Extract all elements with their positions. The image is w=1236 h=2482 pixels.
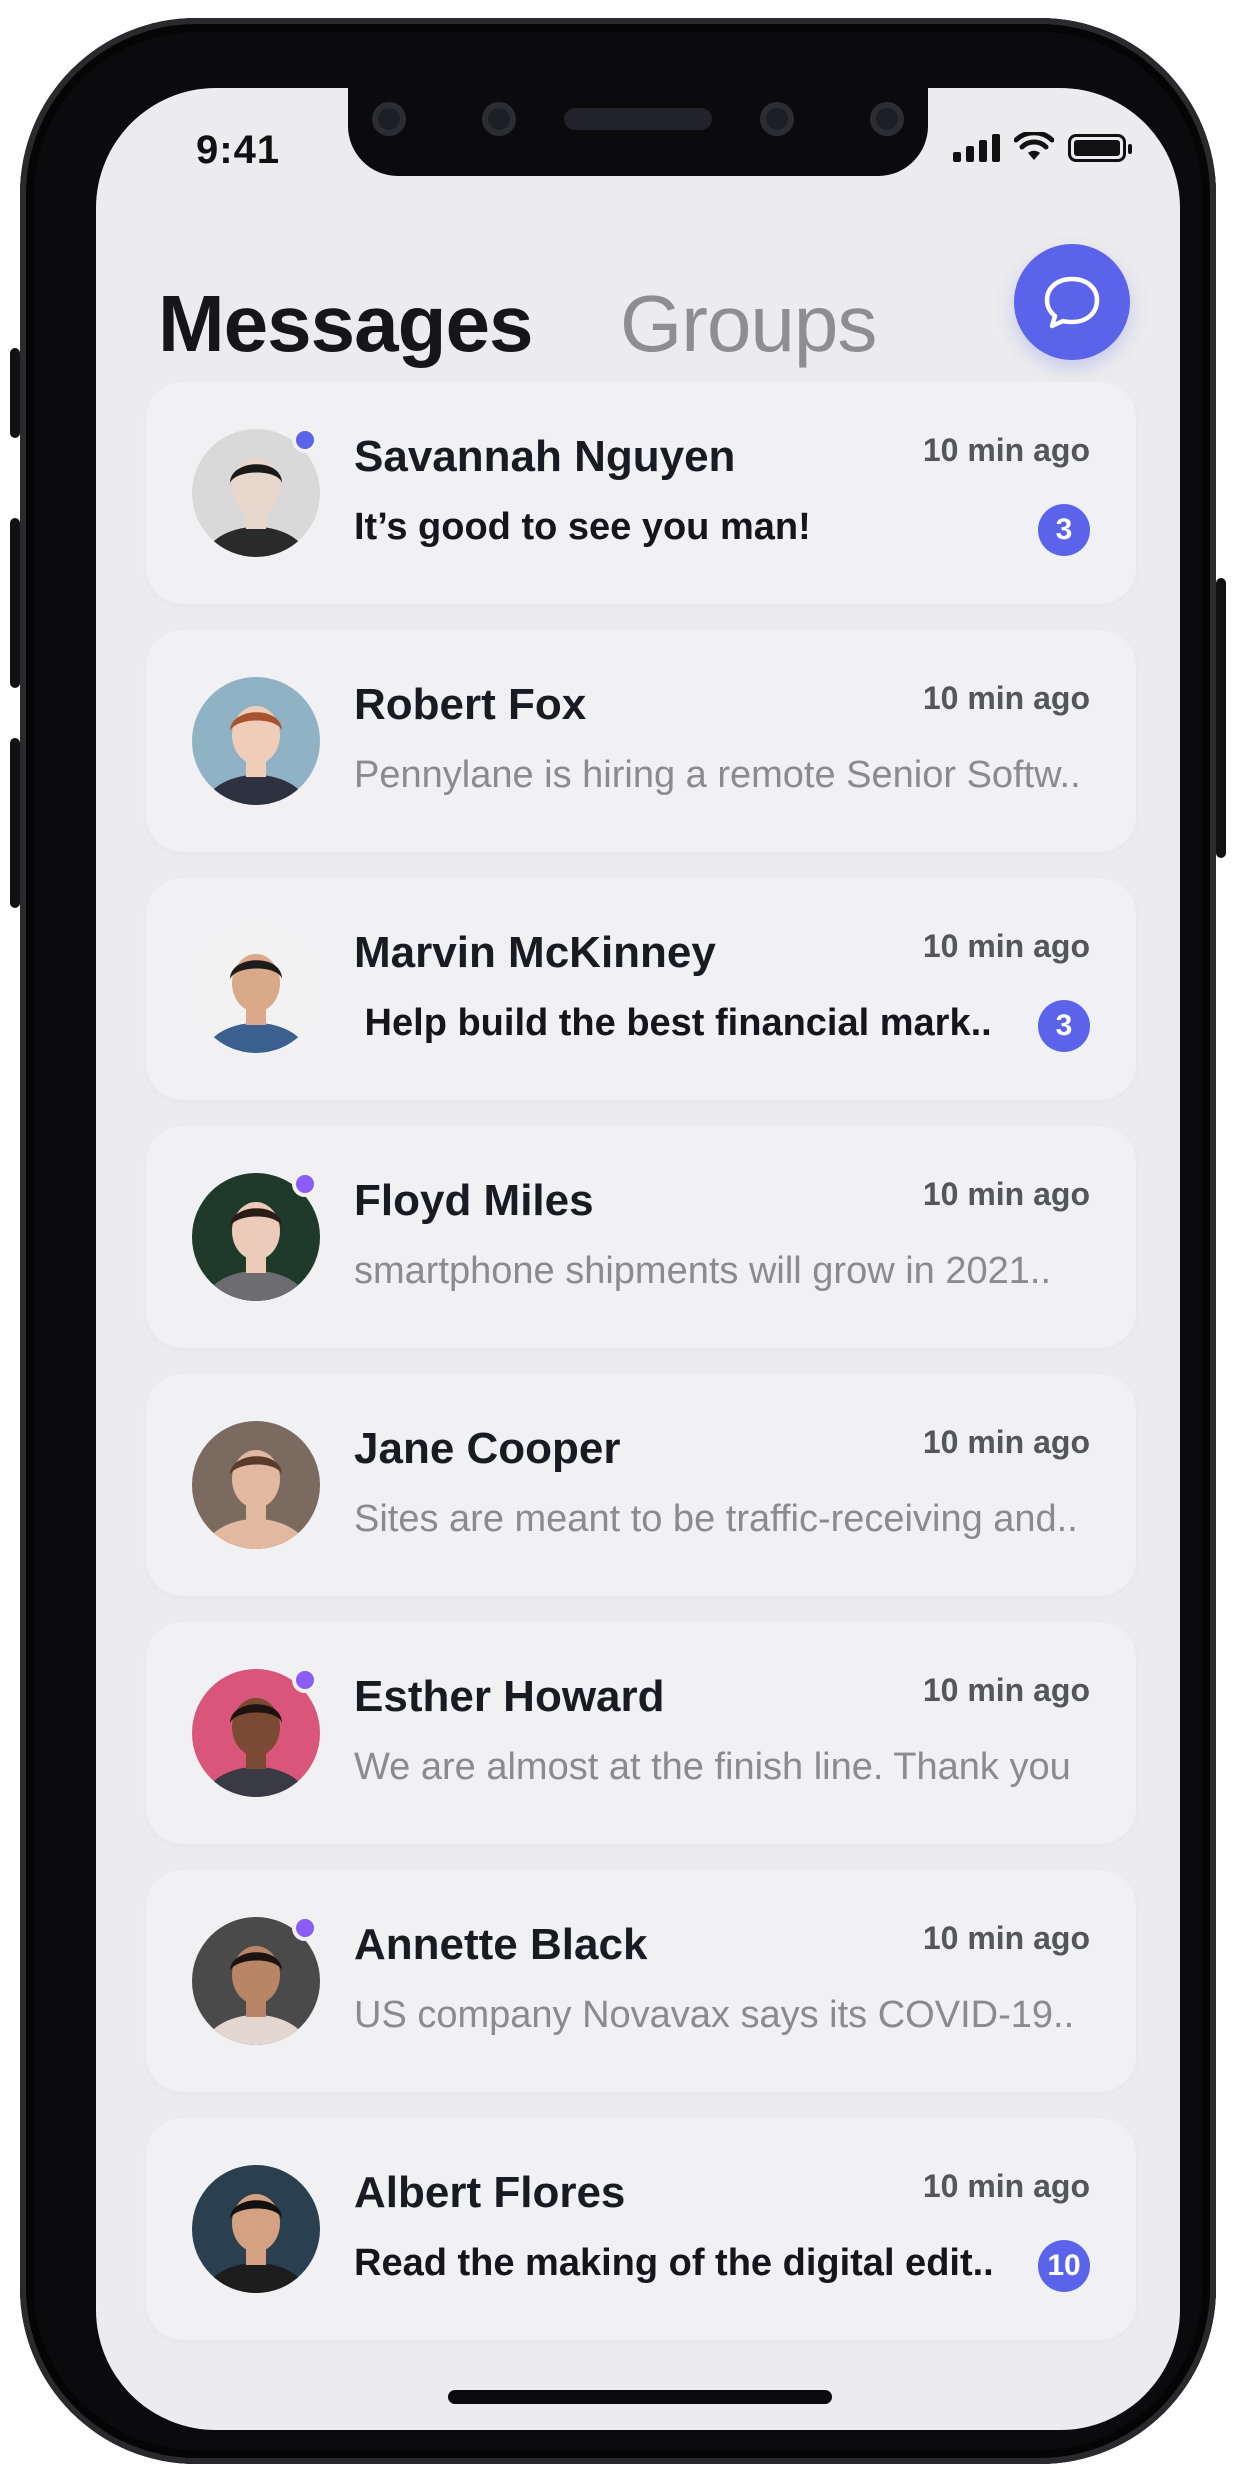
new-message-button[interactable]	[1014, 244, 1130, 360]
message-time: 10 min ago	[922, 928, 1090, 964]
sensor-dot	[372, 102, 406, 136]
contact-name: Floyd Miles	[354, 1176, 594, 1225]
conversation-row[interactable]: Esther Howard 10 min ago We are almost at …	[146, 1622, 1136, 1844]
message-time: 10 min ago	[922, 2168, 1090, 2204]
sensor-dot	[870, 102, 904, 136]
online-status-dot	[292, 1915, 318, 1941]
message-preview: smartphone shipments will grow in 2021..	[354, 1250, 1052, 1292]
message-preview: Pennylane is hiring a remote Senior Soft…	[354, 754, 1081, 796]
message-time: 10 min ago	[922, 1176, 1090, 1212]
mute-switch	[10, 348, 20, 438]
avatar	[192, 2165, 320, 2293]
contact-name: Robert Fox	[354, 680, 587, 729]
avatar	[192, 677, 320, 805]
conversation-list: Savannah Nguyen 10 min ago It’s good to se…	[146, 382, 1136, 2366]
online-status-dot	[292, 1667, 318, 1693]
sensor-dot	[482, 102, 516, 136]
screen: 9:41 Messages Groups Savannah Nguyen 10 m…	[96, 88, 1180, 2430]
contact-name: Jane Cooper	[354, 1424, 621, 1473]
phone-frame: 9:41 Messages Groups Savannah Nguyen 10 m…	[10, 18, 1226, 2464]
conversation-row[interactable]: Robert Fox 10 min ago Pennylane is hiring …	[146, 630, 1136, 852]
contact-name: Albert Flores	[354, 2168, 626, 2217]
conversation-row[interactable]: Marvin McKinney 10 min ago Help build the…	[146, 878, 1136, 1100]
unread-count-badge: 10	[1038, 2240, 1090, 2292]
tab-groups[interactable]: Groups	[620, 278, 877, 370]
avatar	[192, 1421, 320, 1549]
avatar	[192, 925, 320, 1053]
message-preview: Read the making of the digital edit..	[354, 2242, 994, 2284]
chat-bubble-icon	[1044, 276, 1100, 329]
front-camera	[760, 102, 794, 136]
wifi-icon	[1014, 132, 1054, 160]
notch	[348, 88, 928, 176]
power-button	[1216, 578, 1226, 858]
unread-count-badge: 3	[1038, 504, 1090, 556]
conversation-row[interactable]: Savannah Nguyen 10 min ago It’s good to se…	[146, 382, 1136, 604]
home-indicator[interactable]	[448, 2390, 832, 2404]
online-status-dot	[292, 427, 318, 453]
conversation-row[interactable]: Albert Flores 10 min ago Read the making o…	[146, 2118, 1136, 2340]
contact-name: Annette Black	[354, 1920, 648, 1969]
status-time: 9:41	[196, 128, 281, 172]
message-time: 10 min ago	[922, 680, 1090, 716]
online-status-dot	[292, 1171, 318, 1197]
conversation-row[interactable]: Jane Cooper 10 min ago Sites are meant to …	[146, 1374, 1136, 1596]
contact-name: Savannah Nguyen	[354, 432, 736, 481]
header: Messages Groups	[158, 244, 1130, 374]
message-preview: US company Novavax says its COVID-19..	[354, 1994, 1075, 2036]
message-time: 10 min ago	[922, 432, 1090, 468]
message-preview: Sites are meant to be traffic-receiving …	[354, 1498, 1078, 1540]
tab-messages[interactable]: Messages	[158, 278, 533, 370]
message-preview: Help build the best financial mark..	[354, 1002, 992, 1044]
message-time: 10 min ago	[922, 1920, 1090, 1956]
message-time: 10 min ago	[922, 1672, 1090, 1708]
battery-icon	[1068, 134, 1132, 162]
speaker-grille	[564, 108, 712, 130]
cellular-signal-icon	[953, 132, 1000, 162]
message-preview: It’s good to see you man!	[354, 506, 811, 548]
message-preview: We are almost at the finish line. Thank …	[354, 1746, 1071, 1788]
volume-down-button	[10, 738, 20, 908]
conversation-row[interactable]: Annette Black 10 min ago US company Novava…	[146, 1870, 1136, 2092]
message-time: 10 min ago	[922, 1424, 1090, 1460]
contact-name: Esther Howard	[354, 1672, 665, 1721]
conversation-row[interactable]: Floyd Miles 10 min ago smartphone shipment…	[146, 1126, 1136, 1348]
contact-name: Marvin McKinney	[354, 928, 716, 977]
status-icons	[953, 132, 1132, 162]
volume-up-button	[10, 518, 20, 688]
unread-count-badge: 3	[1038, 1000, 1090, 1052]
